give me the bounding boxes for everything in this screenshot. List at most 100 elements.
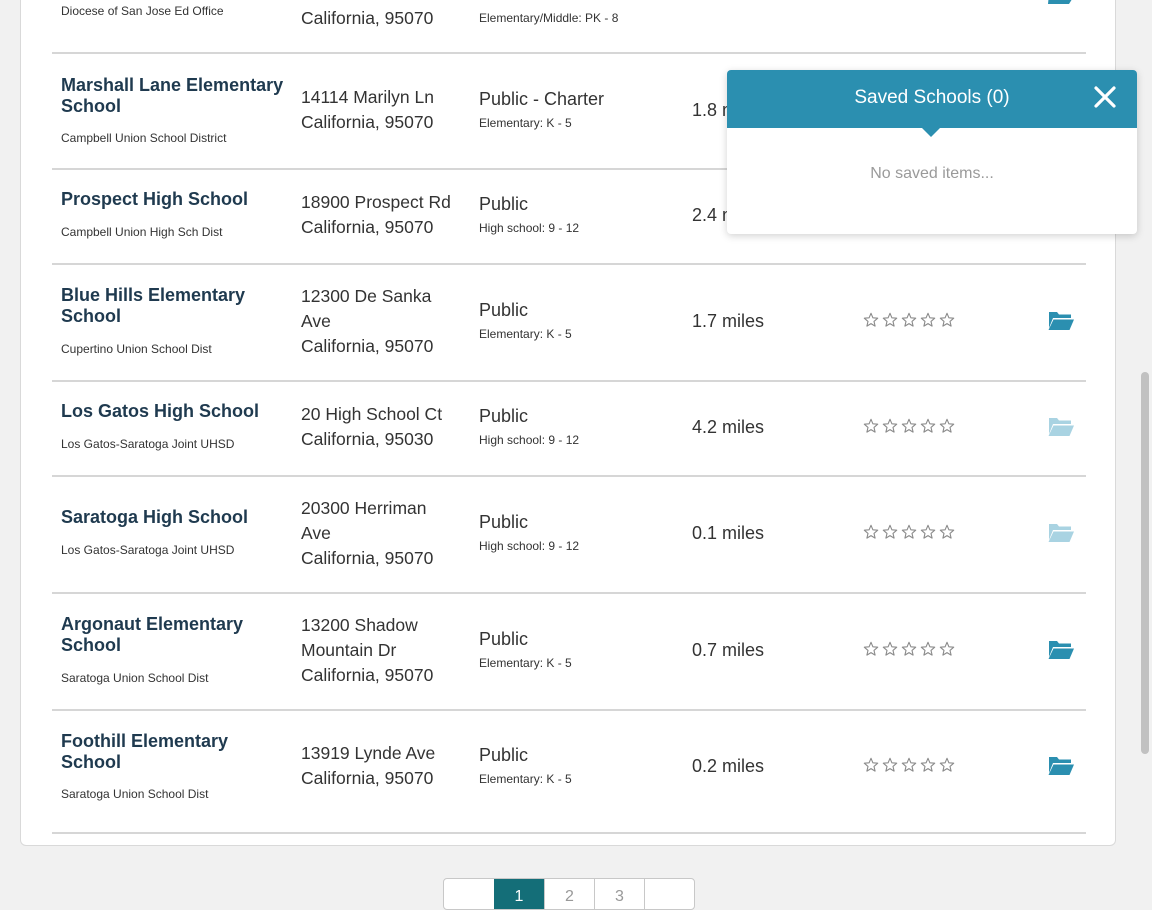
school-name-link[interactable]: Foothill Elementary School [61,731,286,773]
page-1[interactable]: 1 [494,879,544,909]
page-next[interactable] [644,879,694,909]
school-row: Foothill Elementary School Saratoga Union… [52,711,1086,834]
school-type: Public [479,194,529,214]
page-2[interactable]: 2 [544,879,594,909]
school-name-link[interactable]: Prospect High School [61,189,286,210]
star-rating[interactable] [863,524,955,540]
star-rating[interactable] [863,418,955,434]
school-distance: 1.7 miles [692,311,765,331]
saved-schools-header: Saved Schools (0) [727,70,1137,128]
school-address-line: Ave [301,523,331,543]
folder-open-icon[interactable] [1047,309,1075,333]
school-type: Public [479,512,529,532]
row-divider [52,52,1086,54]
star-outline-icon[interactable] [863,641,879,657]
star-outline-icon[interactable] [939,312,955,328]
school-distance: 0.7 miles [692,640,765,660]
school-name-link[interactable]: Saratoga High School [61,507,286,528]
folder-open-icon[interactable] [1047,521,1075,545]
star-rating[interactable] [863,312,955,328]
school-address-line: 12300 De Sanka [301,286,432,306]
school-district: Campbell Union High Sch Dist [61,225,223,239]
saved-schools-panel: Saved Schools (0) No saved items... [727,70,1137,234]
school-address-line: 13919 Lynde Ave [301,743,436,763]
school-district: Diocese of San Jose Ed Office [61,4,224,18]
pagination: 1 2 3 [443,878,695,910]
folder-open-icon[interactable] [1047,754,1075,778]
school-address-line: Ave [301,311,331,331]
school-address-line: Mountain Dr [301,640,397,660]
school-address-line: 20300 Herriman [301,498,427,518]
school-address-line: California, 95030 [301,429,434,449]
page-prev[interactable] [444,879,494,909]
school-type: Public - Charter [479,89,605,109]
star-outline-icon[interactable] [901,757,917,773]
scrollbar-thumb[interactable] [1141,372,1149,754]
saved-schools-title: Saved Schools (0) [854,87,1010,108]
school-address-line: California, 95070 [301,8,434,28]
close-icon[interactable] [1092,84,1118,110]
school-address: 20300 Herriman Ave California, 95070 [301,496,471,571]
school-district: Saratoga Union School Dist [61,787,209,801]
star-outline-icon[interactable] [882,524,898,540]
school-address-line: California, 95070 [301,665,434,685]
school-row: Los Gatos High School Los Gatos-Saratoga … [52,382,1086,477]
star-outline-icon[interactable] [863,524,879,540]
folder-open-icon[interactable] [1047,415,1075,439]
school-address-line: California, 95070 [301,217,434,237]
star-outline-icon[interactable] [863,418,879,434]
star-outline-icon[interactable] [920,312,936,328]
school-grades: Elementary: K - 5 [479,116,572,130]
school-grades: Elementary: K - 5 [479,327,572,341]
school-type: Public [479,406,529,426]
star-outline-icon[interactable] [939,757,955,773]
star-rating[interactable] [863,757,955,773]
page-3[interactable]: 3 [594,879,644,909]
school-grades: Elementary/Middle: PK - 8 [479,11,619,25]
school-row: Blue Hills Elementary School Cupertino Un… [52,265,1086,382]
star-outline-icon[interactable] [920,641,936,657]
star-outline-icon[interactable] [863,312,879,328]
star-outline-icon[interactable] [939,641,955,657]
school-address-line: 14114 Marilyn Ln [301,87,434,107]
star-outline-icon[interactable] [882,312,898,328]
school-address-line: California, 95070 [301,768,434,788]
star-outline-icon[interactable] [939,418,955,434]
star-outline-icon[interactable] [901,641,917,657]
school-row: Argonaut Elementary School Saratoga Union… [52,594,1086,711]
star-outline-icon[interactable] [863,757,879,773]
school-name-link[interactable]: Marshall Lane Elementary School [61,75,286,117]
school-address-line: California, 95070 [301,336,434,356]
school-name-link[interactable]: Los Gatos High School [61,401,286,422]
star-outline-icon[interactable] [882,757,898,773]
star-outline-icon[interactable] [882,641,898,657]
folder-open-icon[interactable] [1047,638,1075,662]
star-outline-icon[interactable] [939,524,955,540]
school-type: Public [479,745,529,765]
star-outline-icon[interactable] [901,312,917,328]
star-outline-icon[interactable] [920,757,936,773]
school-address: 20 High School Ct California, 95030 [301,402,471,452]
star-outline-icon[interactable] [901,524,917,540]
star-outline-icon[interactable] [901,418,917,434]
star-outline-icon[interactable] [920,524,936,540]
school-distance: 0.2 miles [692,756,765,776]
school-grades: High school: 9 - 12 [479,433,580,447]
school-type: Public [479,300,529,320]
star-rating[interactable] [863,641,955,657]
school-district: Saratoga Union School Dist [61,671,209,685]
school-grades: High school: 9 - 12 [479,221,580,235]
star-outline-icon[interactable] [882,418,898,434]
school-name-link[interactable]: Blue Hills Elementary School [61,285,286,327]
school-address-line: 20 High School Ct [301,404,443,424]
school-address: 13200 Shadow Mountain Dr California, 95070 [301,613,471,688]
star-outline-icon[interactable] [920,418,936,434]
folder-open-icon[interactable] [1047,0,1075,5]
school-address-line: 18900 Prospect Rd [301,192,451,212]
school-grades: Elementary: K - 5 [479,656,572,670]
school-grades: Elementary: K - 5 [479,772,572,786]
school-address: 14114 Marilyn Ln California, 95070 [301,85,471,135]
school-name-link[interactable]: Argonaut Elementary School [61,614,286,656]
school-address-line: California, 95070 [301,548,434,568]
popover-pointer [921,127,941,137]
